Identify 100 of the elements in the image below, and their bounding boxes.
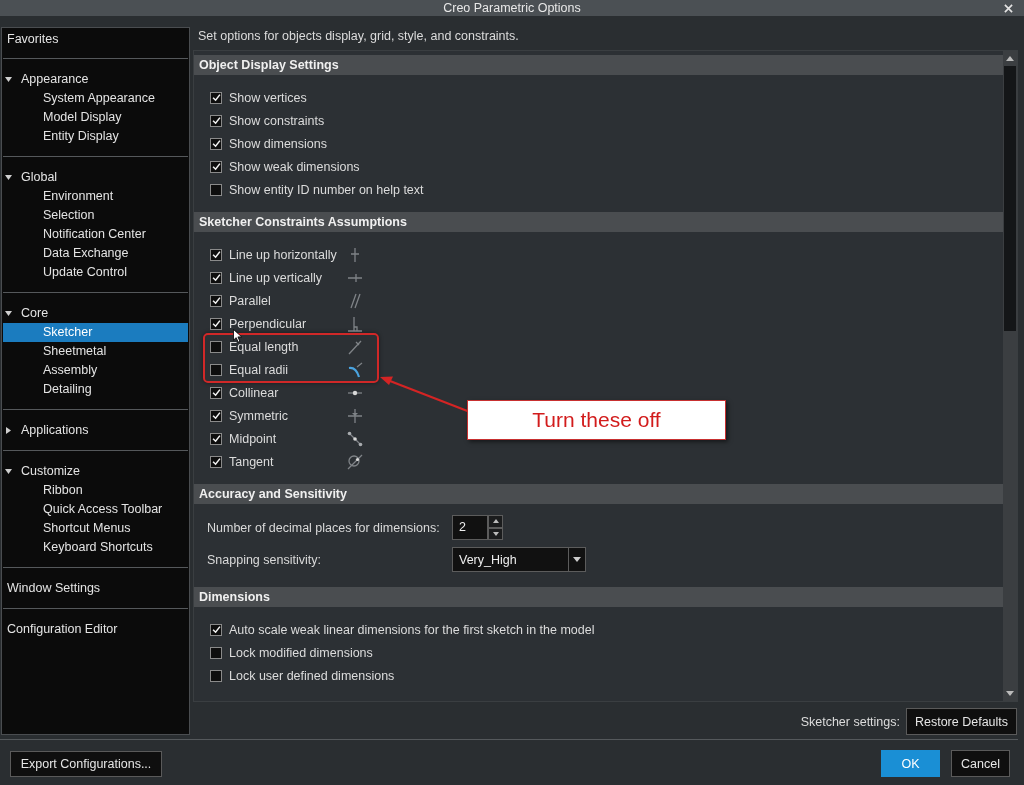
arc-icon (347, 361, 363, 378)
description-text: Set options for objects display, grid, style, and constraints. (197, 28, 520, 45)
export-button[interactable]: Export Configurations... (10, 750, 162, 777)
dropdown[interactable]: Very_High (452, 547, 586, 572)
sidebar-item[interactable]: Notification Center (3, 225, 188, 244)
checkbox[interactable] (210, 669, 222, 682)
option-label: Equal length (229, 339, 300, 354)
section-header: Sketcher Constraints Assumptions (194, 212, 1003, 232)
checkbox[interactable] (210, 340, 222, 353)
sidebar-item[interactable]: Data Exchange (3, 244, 188, 263)
checkbox[interactable] (210, 363, 222, 376)
checkbox[interactable] (210, 409, 222, 422)
caret-down-icon (573, 557, 581, 562)
sidebar-category[interactable]: Global (21, 168, 58, 187)
cross-icon (347, 407, 363, 424)
field-label: Number of decimal places for dimensions: (207, 520, 441, 535)
dotted-diagonal-icon (347, 430, 363, 447)
checkbox[interactable] (210, 317, 222, 330)
option-label: Line up horizontally (229, 247, 338, 262)
checkbox[interactable] (210, 646, 222, 659)
option-label: Show dimensions (229, 136, 327, 151)
circle-tangent-icon (347, 453, 363, 470)
triangle-up-icon (492, 519, 499, 524)
sidebar-item[interactable]: Configuration Editor (3, 620, 188, 639)
sidebar-item[interactable]: Keyboard Shortcuts (3, 538, 188, 557)
sidebar-category[interactable]: Customize (21, 462, 81, 481)
scrollbar-thumb[interactable] (1004, 66, 1016, 331)
option-label: Auto scale weak linear dimensions for the first sketch in the model (229, 622, 595, 637)
option-label: Symmetric (229, 408, 290, 423)
cancel-button[interactable]: Cancel (951, 750, 1010, 777)
sidebar-item[interactable]: Assembly (3, 361, 188, 380)
checkbox[interactable] (210, 455, 222, 468)
option-label: Collinear (229, 385, 280, 400)
checkbox[interactable] (210, 248, 222, 261)
checkbox[interactable] (210, 271, 222, 284)
ok-button[interactable]: OK (881, 750, 940, 777)
section-header: Dimensions (194, 587, 1003, 607)
callout: Turn these off (467, 400, 726, 440)
check-icon (211, 319, 221, 328)
option-label: Line up vertically (229, 270, 324, 285)
sidebar-item[interactable]: Model Display (3, 108, 188, 127)
sidebar-item[interactable]: Entity Display (3, 127, 188, 146)
checkbox[interactable] (210, 137, 222, 150)
checkbox[interactable] (210, 160, 222, 173)
sidebar-item[interactable]: Update Control (3, 263, 188, 282)
checkbox[interactable] (210, 623, 222, 636)
option-label: Midpoint (229, 431, 278, 446)
check-icon (211, 388, 221, 397)
triangle-down-icon[interactable] (1006, 691, 1014, 696)
field-label: Snapping sensitivity: (207, 552, 322, 567)
sidebar-item[interactable]: Ribbon (3, 481, 188, 500)
sidebar-item[interactable]: Shortcut Menus (3, 519, 188, 538)
option-label: Show weak dimensions (229, 159, 360, 174)
option-label: Perpendicular (229, 316, 308, 331)
caret-down-icon[interactable] (5, 77, 12, 82)
check-icon (211, 273, 221, 282)
sidebar-category[interactable]: Appearance (21, 70, 89, 89)
restore-defaults-button[interactable]: Restore Defaults (906, 708, 1017, 735)
check-icon (211, 411, 221, 420)
sidebar-item[interactable]: Quick Access Toolbar (3, 500, 188, 519)
check-icon (211, 434, 221, 443)
scrollbar[interactable] (1003, 51, 1017, 701)
sidebar-item[interactable]: Favorites (3, 30, 188, 49)
option-label: Parallel (229, 293, 272, 308)
sidebar-category[interactable]: Applications (21, 421, 89, 440)
sidebar-item[interactable]: Window Settings (3, 579, 188, 598)
number-field[interactable]: 2 (452, 515, 488, 540)
checkbox[interactable] (210, 91, 222, 104)
sidebar-category[interactable]: Core (21, 304, 49, 323)
close-icon[interactable] (1004, 3, 1013, 13)
sidebar-item[interactable]: Sheetmetal (3, 342, 188, 361)
checkbox[interactable] (210, 294, 222, 307)
checkbox[interactable] (210, 432, 222, 445)
option-label: Show entity ID number on help text (229, 182, 424, 197)
option-label: Lock user defined dimensions (229, 668, 395, 683)
option-label: Show constraints (229, 113, 325, 128)
option-label: Show vertices (229, 90, 307, 105)
sidebar-item[interactable]: Environment (3, 187, 188, 206)
sidebar-item[interactable]: Selection (3, 206, 188, 225)
caret-down-icon[interactable] (5, 175, 12, 180)
checkbox[interactable] (210, 114, 222, 127)
caret-down-icon[interactable] (5, 311, 12, 316)
right-angle-icon (347, 315, 363, 332)
sidebar-item[interactable]: Detailing (3, 380, 188, 399)
sidebar-item[interactable]: System Appearance (3, 89, 188, 108)
check-icon (211, 457, 221, 466)
sidebar-item[interactable]: Sketcher (3, 323, 188, 342)
diagonal-line-icon (347, 338, 363, 355)
caret-right-icon[interactable] (6, 427, 11, 434)
option-label: Equal radii (229, 362, 290, 377)
checkbox[interactable] (210, 183, 222, 196)
window-title: Creo Parametric Options (443, 0, 581, 16)
triangle-up-icon[interactable] (1006, 56, 1014, 61)
checkbox[interactable] (210, 386, 222, 399)
settings-label: Sketcher settings: (800, 714, 900, 729)
caret-down-icon[interactable] (5, 469, 12, 474)
section-header: Object Display Settings (194, 55, 1003, 75)
check-icon (211, 93, 221, 102)
check-icon (211, 250, 221, 259)
spin-up-button[interactable] (488, 515, 503, 528)
